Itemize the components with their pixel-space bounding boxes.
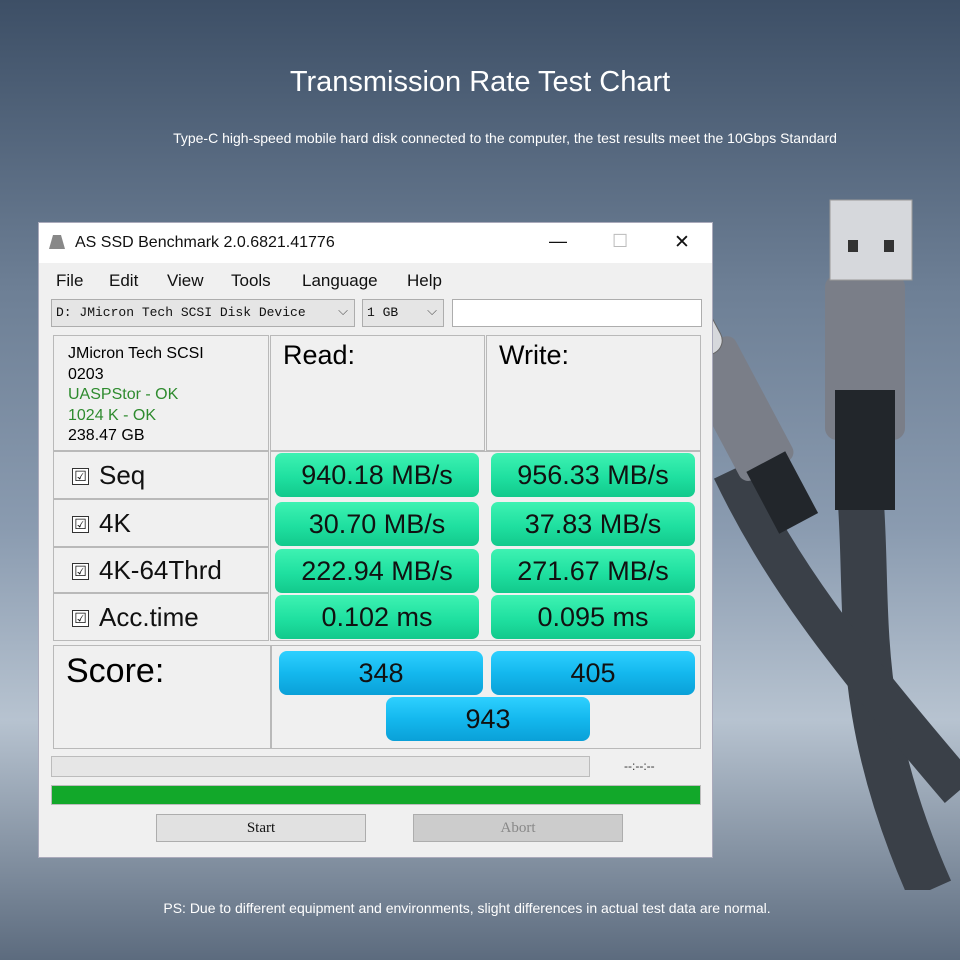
menu-help[interactable]: Help bbox=[407, 271, 442, 291]
read-header: Read: bbox=[270, 335, 485, 451]
row-4k-64thrd: ☑ 4K-64Thrd bbox=[53, 547, 269, 593]
write-score: 405 bbox=[491, 651, 695, 695]
minimize-button[interactable]: — bbox=[549, 231, 567, 252]
drive-firmware: 0203 bbox=[68, 365, 104, 383]
score-label: Score: bbox=[53, 645, 271, 749]
acctime-read-value: 0.102 ms bbox=[275, 595, 479, 639]
footnote: PS: Due to different equipment and envir… bbox=[163, 900, 771, 916]
menu-file[interactable]: File bbox=[56, 271, 83, 291]
row-label: 4K-64Thrd bbox=[99, 555, 222, 585]
read-score: 348 bbox=[279, 651, 483, 695]
total-score: 943 bbox=[386, 697, 590, 741]
row-acc-time: ☑ Acc.time bbox=[53, 593, 269, 641]
start-button[interactable]: Start bbox=[156, 814, 366, 842]
4k64-checkbox[interactable]: ☑ bbox=[72, 563, 89, 580]
close-button[interactable]: ✕ bbox=[674, 231, 690, 254]
elapsed-time: --:--:-- bbox=[624, 759, 655, 773]
size-select-value: 1 GB bbox=[367, 305, 399, 320]
menu-view[interactable]: View bbox=[167, 271, 204, 291]
menu-tools[interactable]: Tools bbox=[231, 271, 271, 291]
abort-button[interactable]: Abort bbox=[413, 814, 623, 842]
test-progress-bar bbox=[51, 756, 590, 777]
size-select[interactable]: 1 GB ⌵ bbox=[362, 299, 444, 327]
4k64-write-value: 271.67 MB/s bbox=[491, 549, 695, 593]
seq-write-value: 956.33 MB/s bbox=[491, 453, 695, 497]
title-bar: AS SSD Benchmark 2.0.6821.41776 — ☐ ✕ bbox=[39, 223, 712, 263]
page-title: Transmission Rate Test Chart bbox=[289, 66, 671, 98]
write-header: Write: bbox=[486, 335, 701, 451]
overall-progress-bar bbox=[51, 785, 701, 805]
drive-select[interactable]: D: JMicron Tech SCSI Disk Device ⌵ bbox=[51, 299, 355, 327]
app-icon bbox=[49, 235, 65, 249]
alignment-status: 1024 K - OK bbox=[68, 406, 157, 424]
menu-language[interactable]: Language bbox=[302, 271, 378, 291]
drive-name: JMicron Tech SCSI bbox=[68, 345, 204, 362]
4k64-read-value: 222.94 MB/s bbox=[275, 549, 479, 593]
row-4k: ☑ 4K bbox=[53, 499, 269, 547]
chevron-down-icon: ⌵ bbox=[427, 304, 437, 319]
row-label: Seq bbox=[99, 460, 146, 490]
chevron-down-icon: ⌵ bbox=[338, 304, 348, 319]
maximize-button[interactable]: ☐ bbox=[612, 231, 628, 252]
row-label: 4K bbox=[99, 508, 131, 538]
drive-info-panel: JMicron Tech SCSI 0203 UASPStor - OK 102… bbox=[53, 335, 269, 451]
acctime-write-value: 0.095 ms bbox=[491, 595, 695, 639]
row-label: Acc.time bbox=[99, 602, 199, 632]
window-title: AS SSD Benchmark 2.0.6821.41776 bbox=[75, 234, 335, 251]
menu-edit[interactable]: Edit bbox=[109, 271, 138, 291]
text-field[interactable] bbox=[452, 299, 702, 327]
drive-capacity: 238.47 GB bbox=[68, 427, 145, 444]
row-seq: ☑ Seq bbox=[53, 451, 269, 499]
drive-select-value: D: JMicron Tech SCSI Disk Device bbox=[56, 305, 306, 320]
acctime-checkbox[interactable]: ☑ bbox=[72, 610, 89, 627]
4k-checkbox[interactable]: ☑ bbox=[72, 516, 89, 533]
usb-cable-image bbox=[670, 199, 960, 890]
page-subtitle: Type-C high-speed mobile hard disk conne… bbox=[173, 130, 837, 146]
seq-checkbox[interactable]: ☑ bbox=[72, 468, 89, 485]
4k-read-value: 30.70 MB/s bbox=[275, 502, 479, 546]
driver-status: UASPStor - OK bbox=[68, 386, 179, 403]
seq-read-value: 940.18 MB/s bbox=[275, 453, 479, 497]
as-ssd-window: AS SSD Benchmark 2.0.6821.41776 — ☐ ✕ Fi… bbox=[38, 222, 713, 858]
4k-write-value: 37.83 MB/s bbox=[491, 502, 695, 546]
